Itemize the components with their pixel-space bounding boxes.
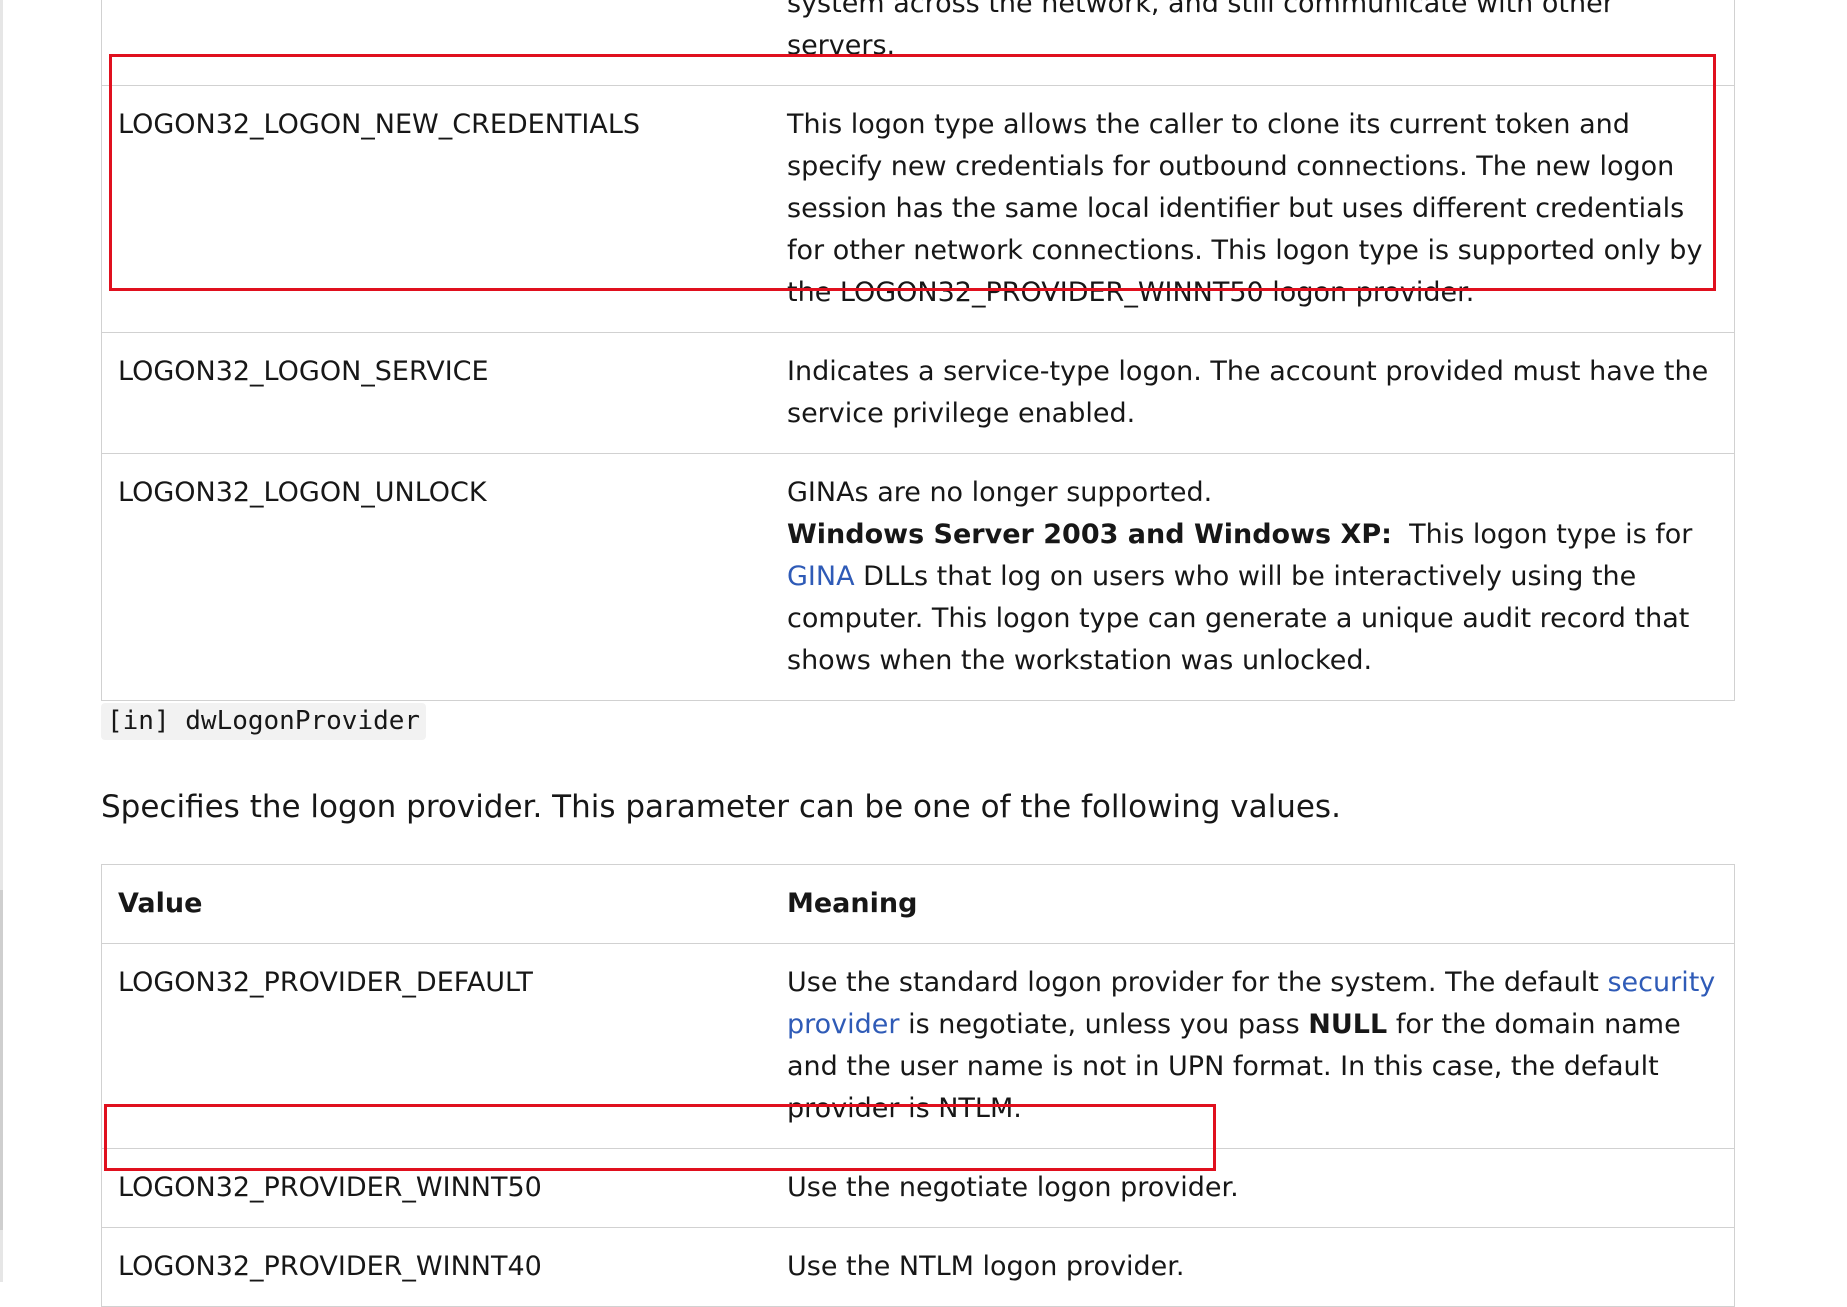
value-cell: LOGON32_LOGON_UNLOCK: [101, 453, 755, 701]
platform-note-label: Windows Server 2003 and Windows XP:: [787, 519, 1392, 550]
meaning-text: is negotiate, unless you pass: [908, 1009, 1300, 1040]
value-cell: [101, 0, 755, 86]
scrollbar-track[interactable]: [0, 890, 3, 1230]
meaning-text: DLLs that log on users who will be inter…: [787, 561, 1690, 676]
table-row: LOGON32_PROVIDER_DEFAULT Use the standar…: [101, 943, 1735, 1149]
logon-provider-table: Value Meaning LOGON32_PROVIDER_DEFAULT U…: [101, 864, 1735, 1307]
table-row: system across the network, and still com…: [101, 0, 1735, 86]
null-keyword: NULL: [1308, 1009, 1388, 1040]
meaning-text: This logon type is for: [1409, 519, 1693, 550]
meaning-cell: Use the NTLM logon provider.: [755, 1227, 1735, 1307]
table-row: LOGON32_LOGON_UNLOCK GINAs are no longer…: [101, 453, 1735, 701]
parameter-name-code: [in] dwLogonProvider: [101, 703, 427, 740]
table-row: LOGON32_LOGON_NEW_CREDENTIALS This logon…: [101, 85, 1735, 333]
value-cell: LOGON32_PROVIDER_WINNT40: [101, 1227, 755, 1307]
meaning-cell: GINAs are no longer supported. Windows S…: [755, 453, 1735, 701]
column-header-value: Value: [101, 864, 755, 944]
meaning-cell: Use the standard logon provider for the …: [755, 943, 1735, 1149]
column-header-meaning: Meaning: [755, 864, 1735, 944]
gina-link[interactable]: GINA: [787, 561, 855, 592]
table-row: LOGON32_PROVIDER_WINNT40 Use the NTLM lo…: [101, 1227, 1735, 1307]
parameter-description: Specifies the logon provider. This param…: [101, 789, 1341, 825]
meaning-text: Use the standard logon provider for the …: [787, 967, 1599, 998]
table-header-row: Value Meaning: [101, 864, 1735, 944]
logon-type-table: system across the network, and still com…: [101, 0, 1735, 701]
meaning-cell: Use the negotiate logon provider.: [755, 1148, 1735, 1228]
meaning-cell: Indicates a service-type logon. The acco…: [755, 332, 1735, 454]
meaning-cell: system across the network, and still com…: [755, 0, 1735, 86]
value-cell: LOGON32_PROVIDER_DEFAULT: [101, 943, 755, 1149]
meaning-cell: This logon type allows the caller to clo…: [755, 85, 1735, 333]
table-row: LOGON32_LOGON_SERVICE Indicates a servic…: [101, 332, 1735, 454]
value-cell: LOGON32_LOGON_SERVICE: [101, 332, 755, 454]
meaning-line: GINAs are no longer supported.: [787, 477, 1213, 508]
value-cell: LOGON32_PROVIDER_WINNT50: [101, 1148, 755, 1228]
value-cell: LOGON32_LOGON_NEW_CREDENTIALS: [101, 85, 755, 333]
table-row: LOGON32_PROVIDER_WINNT50 Use the negotia…: [101, 1148, 1735, 1228]
